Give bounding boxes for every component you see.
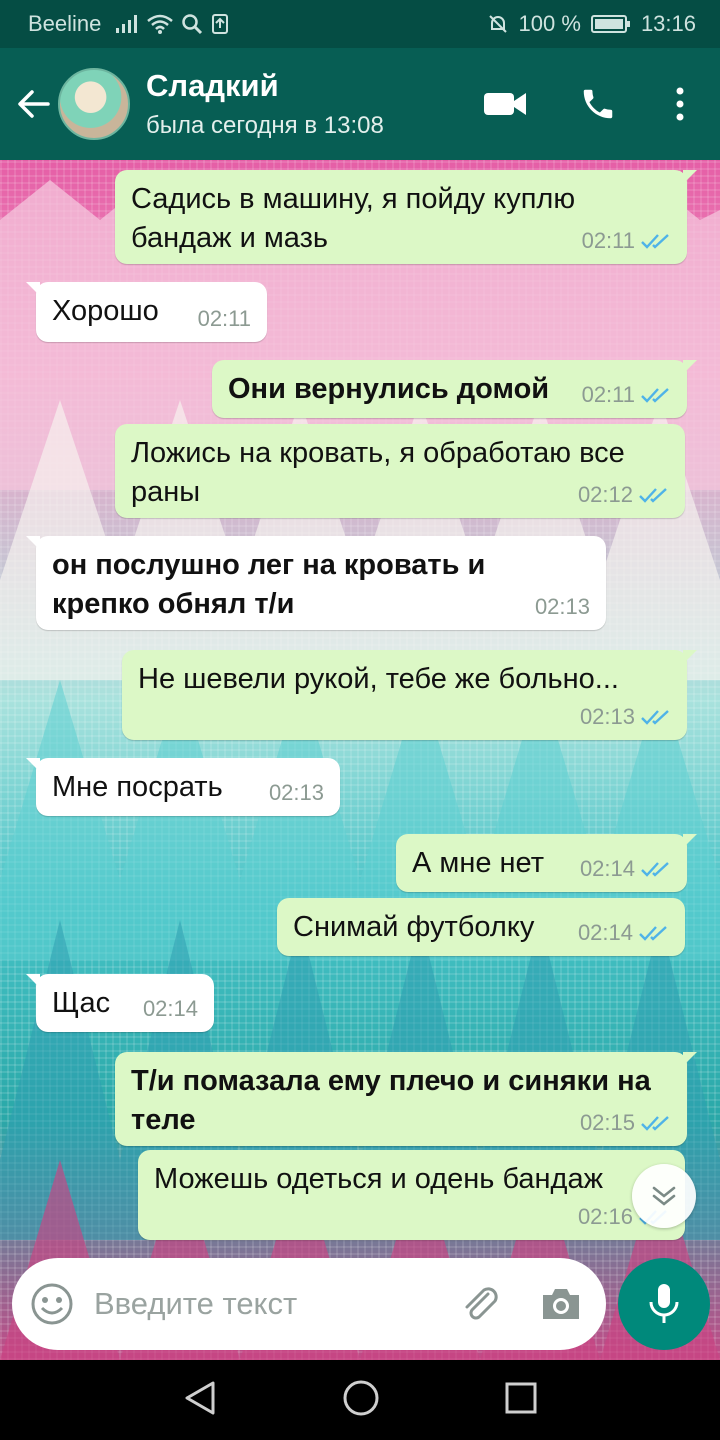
attach-icon xyxy=(465,1287,498,1320)
nav-recents-button[interactable] xyxy=(505,1382,537,1419)
mute-bell-icon xyxy=(487,13,509,35)
message-bubble-incoming[interactable]: он послушно лег на кровать и крепко обня… xyxy=(26,536,606,630)
message-bubble-incoming[interactable]: Хорошо 02:11 xyxy=(26,282,267,342)
read-ticks-icon xyxy=(641,710,669,725)
last-seen-status: была сегодня в 13:08 xyxy=(146,112,384,139)
message-bubble-outgoing[interactable]: Снимай футболку 02:14 xyxy=(277,898,685,956)
video-call-button[interactable] xyxy=(460,48,550,160)
scroll-to-bottom-button[interactable] xyxy=(632,1164,696,1228)
more-options-button[interactable] xyxy=(640,48,720,160)
message-composer: Введите текст xyxy=(12,1258,606,1350)
voice-record-button[interactable] xyxy=(618,1258,710,1350)
message-bubble-outgoing[interactable]: Они вернулись домой 02:11 xyxy=(212,360,697,418)
phone-icon xyxy=(583,89,613,119)
voice-call-button[interactable] xyxy=(556,48,640,160)
read-ticks-icon xyxy=(639,488,667,503)
nav-back-icon xyxy=(185,1381,215,1414)
message-bubble-outgoing[interactable]: Т/и помазала ему плечо и синяки на теле … xyxy=(115,1052,697,1146)
read-ticks-icon xyxy=(641,388,669,403)
message-time: 02:14 xyxy=(142,996,198,1021)
upload-icon xyxy=(211,13,229,35)
clock: 13:16 xyxy=(640,11,696,36)
nav-home-icon xyxy=(343,1380,379,1415)
status-bar: Beeline 100 % 13:16 xyxy=(0,0,720,48)
back-arrow-icon xyxy=(18,90,50,118)
camera-button[interactable] xyxy=(540,1286,582,1322)
nav-home-button[interactable] xyxy=(342,1379,380,1422)
read-ticks-icon xyxy=(641,1116,669,1131)
video-call-icon xyxy=(484,93,526,115)
emoji-button[interactable] xyxy=(30,1282,74,1326)
message-time: 02:11 xyxy=(581,382,635,407)
more-vert-icon xyxy=(676,87,684,121)
message-bubble-outgoing[interactable]: Не шевели рукой, тебе же больно... 02:13 xyxy=(122,650,697,740)
avatar[interactable] xyxy=(58,68,130,140)
message-text: Ложись на кровать, я обработаю все раны xyxy=(131,437,625,508)
message-text: Т/и помазала ему плечо и синяки на теле xyxy=(131,1065,651,1136)
camera-icon xyxy=(543,1289,579,1319)
scroll-down-icon xyxy=(652,1186,676,1206)
back-button[interactable] xyxy=(4,48,64,160)
contact-info[interactable]: Сладкий была сегодня в 13:08 xyxy=(146,68,384,140)
battery-percent: 100 % xyxy=(518,11,581,36)
read-ticks-icon xyxy=(639,926,667,941)
signal-icon xyxy=(115,14,139,34)
message-time: 02:13 xyxy=(579,704,635,729)
message-bubble-incoming[interactable]: Щас 02:14 xyxy=(26,974,214,1032)
search-icon xyxy=(181,13,203,35)
message-time: 02:12 xyxy=(577,482,633,507)
nav-back-button[interactable] xyxy=(183,1380,217,1421)
chat-wallpaper: Садись в машину, я пойду куплю бандаж и … xyxy=(0,160,720,1360)
carrier-name: Beeline xyxy=(28,11,102,36)
message-bubble-outgoing[interactable]: Можешь одеться и одень бандаж 02:16 xyxy=(138,1150,685,1240)
message-time: 02:11 xyxy=(197,306,251,331)
message-bubble-incoming[interactable]: Мне посрать 02:13 xyxy=(26,758,340,816)
emoji-icon xyxy=(31,1283,73,1325)
message-time: 02:15 xyxy=(579,1110,635,1135)
chat-header: Сладкий была сегодня в 13:08 xyxy=(0,48,720,160)
message-time: 02:11 xyxy=(581,228,635,253)
message-text: Можешь одеться и одень бандаж xyxy=(154,1163,603,1195)
contact-name: Сладкий xyxy=(146,68,279,103)
system-navigation-bar xyxy=(0,1360,720,1440)
message-time: 02:14 xyxy=(577,920,633,945)
message-text: Не шевели рукой, тебе же больно... xyxy=(138,663,619,695)
message-bubble-outgoing[interactable]: Ложись на кровать, я обработаю все раны … xyxy=(115,424,685,518)
mic-icon xyxy=(649,1284,679,1323)
message-text: он послушно лег на кровать и крепко обня… xyxy=(52,549,486,620)
message-time: 02:16 xyxy=(577,1204,633,1229)
wifi-icon xyxy=(147,14,174,34)
attach-button[interactable] xyxy=(458,1282,502,1326)
message-bubble-outgoing[interactable]: А мне нет 02:14 xyxy=(396,834,697,892)
message-input[interactable]: Введите текст xyxy=(94,1286,458,1322)
read-ticks-icon xyxy=(641,862,669,877)
nav-recents-icon xyxy=(505,1382,537,1413)
message-bubble-outgoing[interactable]: Садись в машину, я пойду куплю бандаж и … xyxy=(115,170,697,264)
read-ticks-icon xyxy=(641,234,669,249)
message-time: 02:13 xyxy=(534,594,590,619)
battery-icon xyxy=(590,14,631,34)
message-time: 02:14 xyxy=(579,856,635,881)
message-time: 02:13 xyxy=(268,780,324,805)
